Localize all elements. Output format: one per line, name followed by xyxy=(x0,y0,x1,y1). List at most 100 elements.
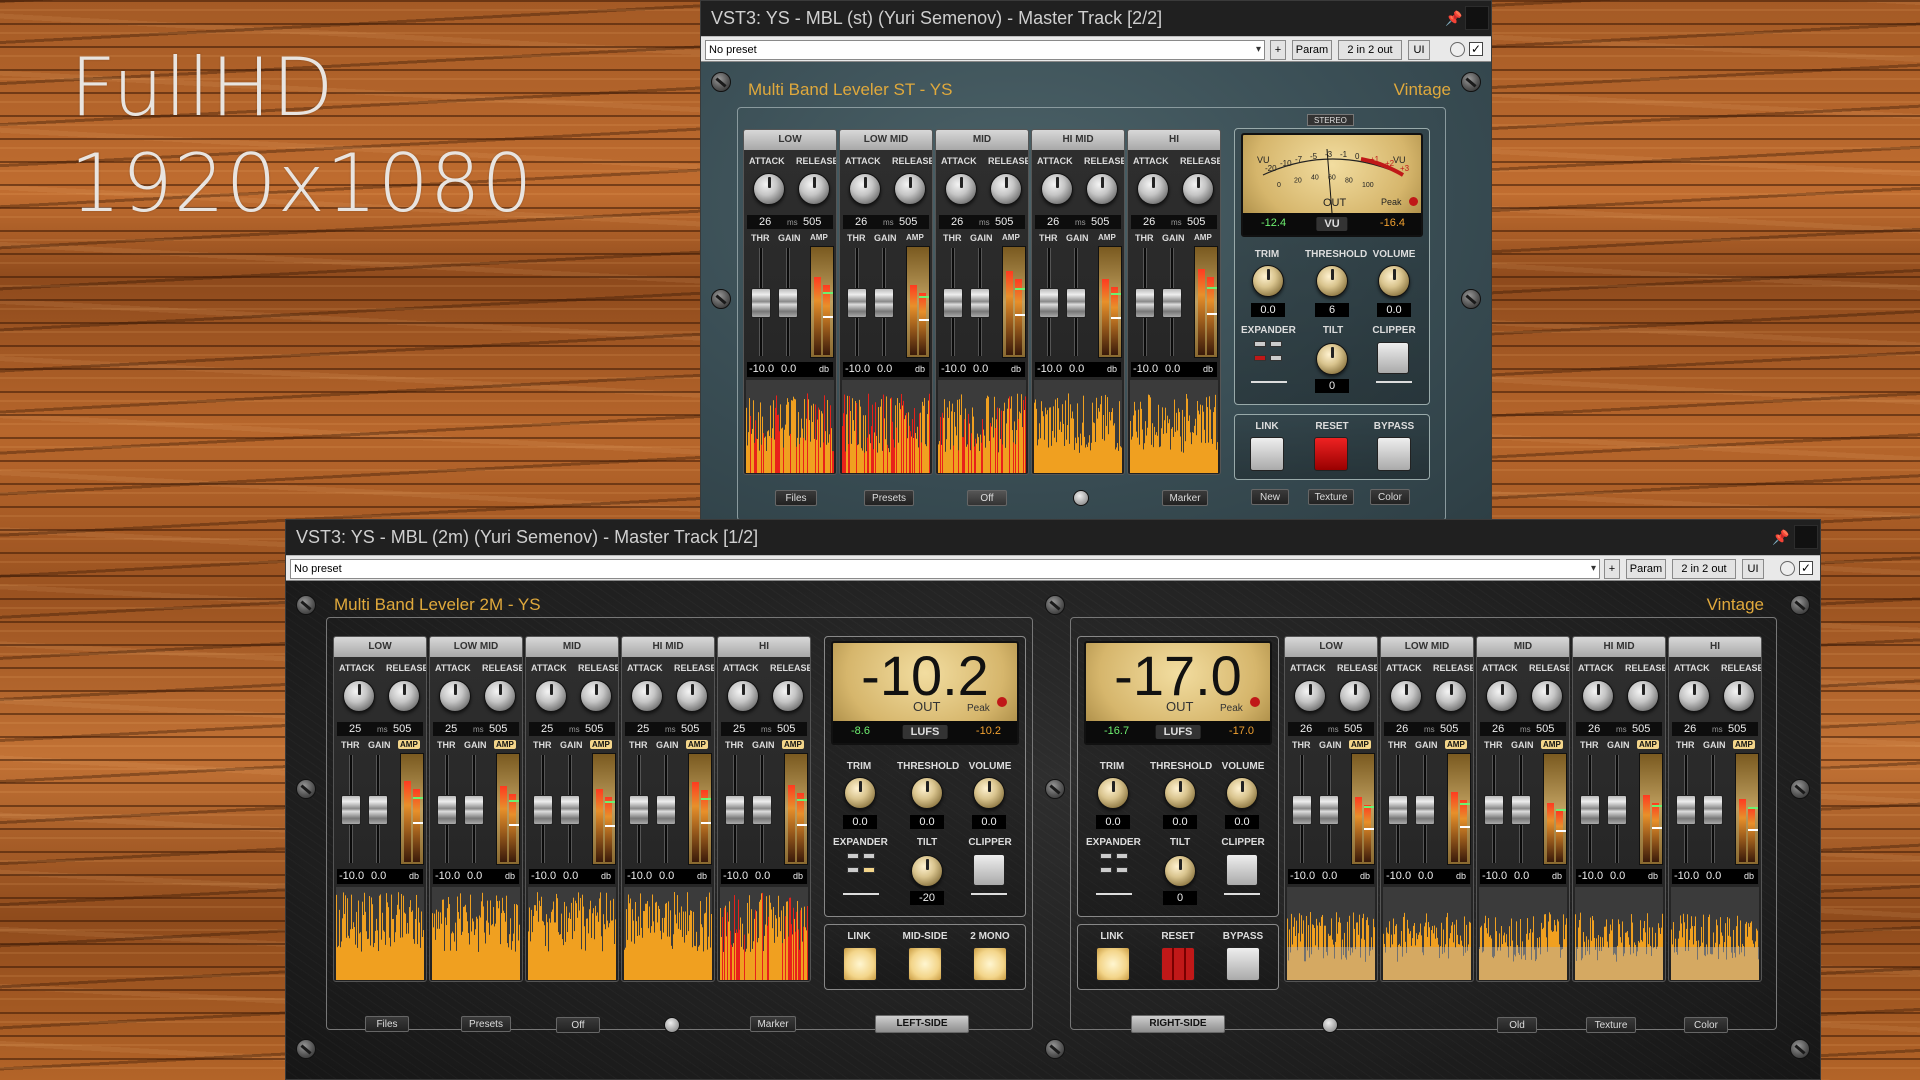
gain-fader-handle[interactable] xyxy=(464,795,484,825)
preset-select[interactable]: No preset ▾ xyxy=(705,40,1265,60)
thr-fader-handle[interactable] xyxy=(437,795,457,825)
window-titlebar[interactable]: VST3: YS - MBL (st) (Yuri Semenov) - Mas… xyxy=(701,1,1491,36)
expander-icon[interactable] xyxy=(847,853,877,881)
close-icon[interactable] xyxy=(1465,6,1489,30)
off-button[interactable]: Off xyxy=(967,490,1007,506)
tilt-knob[interactable] xyxy=(1164,855,1196,887)
info-icon[interactable] xyxy=(1322,1017,1338,1033)
gain-fader-handle[interactable] xyxy=(1162,288,1182,318)
expander-icon[interactable] xyxy=(1254,341,1284,369)
release-knob[interactable] xyxy=(798,173,830,205)
thr-fader-handle[interactable] xyxy=(943,288,963,318)
left-side-button[interactable]: LEFT-SIDE xyxy=(875,1015,969,1033)
texture-button[interactable]: Texture xyxy=(1586,1017,1636,1033)
reset-button[interactable] xyxy=(1161,947,1195,981)
new-button[interactable]: New xyxy=(1251,489,1289,505)
release-knob[interactable] xyxy=(580,680,612,712)
expander-icon[interactable] xyxy=(1100,853,1130,881)
thr-fader-handle[interactable] xyxy=(847,288,867,318)
thr-fader-handle[interactable] xyxy=(1039,288,1059,318)
tilt-knob[interactable] xyxy=(1316,343,1348,375)
midside-button[interactable] xyxy=(908,947,942,981)
attack-knob[interactable] xyxy=(1041,173,1073,205)
attack-knob[interactable] xyxy=(1678,680,1710,712)
thr-fader-handle[interactable] xyxy=(1292,795,1312,825)
link-button[interactable] xyxy=(1096,947,1130,981)
files-button[interactable]: Files xyxy=(365,1016,409,1032)
presets-button[interactable]: Presets xyxy=(461,1016,511,1032)
gain-fader-handle[interactable] xyxy=(656,795,676,825)
info-icon[interactable] xyxy=(664,1017,680,1033)
attack-knob[interactable] xyxy=(535,680,567,712)
color-button[interactable]: Color xyxy=(1684,1017,1728,1033)
ui-button[interactable]: UI xyxy=(1408,40,1430,60)
link-button[interactable] xyxy=(843,947,877,981)
gain-fader-handle[interactable] xyxy=(1607,795,1627,825)
gain-fader-handle[interactable] xyxy=(1319,795,1339,825)
attack-knob[interactable] xyxy=(343,680,375,712)
bypass-button[interactable] xyxy=(1226,947,1260,981)
thr-fader-handle[interactable] xyxy=(341,795,361,825)
gain-fader-handle[interactable] xyxy=(778,288,798,318)
pin-icon[interactable]: 📌 xyxy=(1444,1,1464,36)
gain-fader-handle[interactable] xyxy=(1415,795,1435,825)
trim-knob[interactable] xyxy=(844,777,876,809)
attack-knob[interactable] xyxy=(849,173,881,205)
thr-fader-handle[interactable] xyxy=(533,795,553,825)
gain-fader-handle[interactable] xyxy=(560,795,580,825)
clipper-button[interactable] xyxy=(1377,342,1409,374)
gain-fader-handle[interactable] xyxy=(1066,288,1086,318)
thr-fader-handle[interactable] xyxy=(1135,288,1155,318)
attack-knob[interactable] xyxy=(1294,680,1326,712)
left-lufs-mode-button[interactable]: LUFS xyxy=(902,725,948,739)
gain-fader-handle[interactable] xyxy=(368,795,388,825)
add-button[interactable]: + xyxy=(1604,559,1620,579)
release-knob[interactable] xyxy=(990,173,1022,205)
release-knob[interactable] xyxy=(388,680,420,712)
attack-knob[interactable] xyxy=(727,680,759,712)
release-knob[interactable] xyxy=(1339,680,1371,712)
param-button[interactable]: Param xyxy=(1626,559,1666,579)
files-button[interactable]: Files xyxy=(775,490,817,506)
attack-knob[interactable] xyxy=(945,173,977,205)
attack-knob[interactable] xyxy=(1137,173,1169,205)
threshold-knob[interactable] xyxy=(1164,777,1196,809)
release-knob[interactable] xyxy=(1531,680,1563,712)
thr-fader-handle[interactable] xyxy=(629,795,649,825)
thr-fader-handle[interactable] xyxy=(725,795,745,825)
texture-button[interactable]: Texture xyxy=(1308,489,1354,505)
clipper-button[interactable] xyxy=(1226,854,1258,886)
io-button[interactable]: 2 in 2 out xyxy=(1338,40,1402,60)
gain-fader-handle[interactable] xyxy=(1703,795,1723,825)
attack-knob[interactable] xyxy=(753,173,785,205)
window-titlebar[interactable]: VST3: YS - MBL (2m) (Yuri Semenov) - Mas… xyxy=(286,520,1820,555)
add-button[interactable]: + xyxy=(1270,40,1286,60)
vu-mode-button[interactable]: VU xyxy=(1316,217,1348,231)
release-knob[interactable] xyxy=(1086,173,1118,205)
link-button[interactable] xyxy=(1250,437,1284,471)
gain-fader-handle[interactable] xyxy=(970,288,990,318)
volume-knob[interactable] xyxy=(1226,777,1258,809)
attack-knob[interactable] xyxy=(1390,680,1422,712)
marker-button[interactable]: Marker xyxy=(750,1016,796,1032)
gain-fader-handle[interactable] xyxy=(1511,795,1531,825)
threshold-knob[interactable] xyxy=(911,777,943,809)
trim-knob[interactable] xyxy=(1252,265,1284,297)
mono-button[interactable] xyxy=(973,947,1007,981)
attack-knob[interactable] xyxy=(631,680,663,712)
info-icon[interactable] xyxy=(1073,490,1089,506)
attack-knob[interactable] xyxy=(1582,680,1614,712)
volume-knob[interactable] xyxy=(973,777,1005,809)
old-button[interactable]: Old xyxy=(1497,1017,1537,1033)
gain-fader-handle[interactable] xyxy=(752,795,772,825)
tilt-knob[interactable] xyxy=(911,855,943,887)
release-knob[interactable] xyxy=(1627,680,1659,712)
enable-checkbox[interactable]: ✓ xyxy=(1799,561,1813,575)
threshold-knob[interactable] xyxy=(1316,265,1348,297)
presets-button[interactable]: Presets xyxy=(864,490,914,506)
enable-checkbox[interactable]: ✓ xyxy=(1469,42,1483,56)
release-knob[interactable] xyxy=(1182,173,1214,205)
release-knob[interactable] xyxy=(676,680,708,712)
preset-select[interactable]: No preset ▾ xyxy=(290,559,1600,579)
clipper-button[interactable] xyxy=(973,854,1005,886)
